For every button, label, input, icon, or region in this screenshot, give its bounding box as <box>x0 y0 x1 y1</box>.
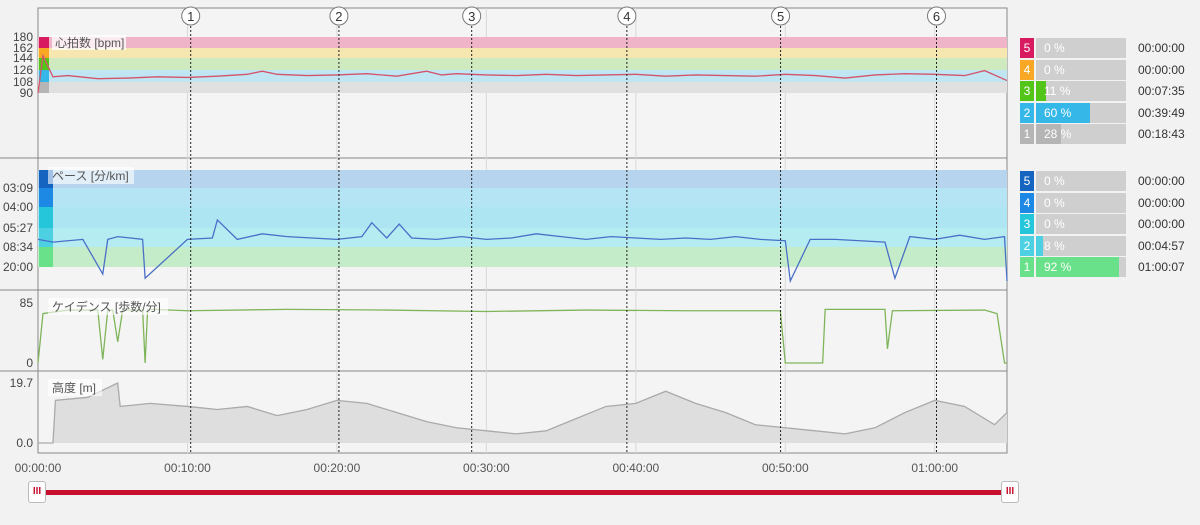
pace-zone-swatch <box>39 247 53 267</box>
pace-zone-percent: 0 % <box>1044 174 1065 188</box>
hr-zone-band <box>38 58 1007 70</box>
pace-zone-time: 00:00:00 <box>1138 217 1185 231</box>
pace-zone-time: 00:00:00 <box>1138 174 1185 188</box>
pace-zone-row: 4 0 % 00:00:00 <box>1020 192 1200 213</box>
pace-zone-percent: 0 % <box>1044 217 1065 231</box>
range-slider-track[interactable] <box>38 490 1010 495</box>
hr-zone-band <box>38 37 1007 48</box>
x-tick-label: 00:50:00 <box>762 461 809 475</box>
hr-zone-row: 2 60 % 00:39:49 <box>1020 102 1200 123</box>
hr-zone-time: 00:00:00 <box>1138 41 1185 55</box>
pace-panel-title: ペース [分/km] <box>52 169 129 183</box>
pace-zone-band <box>38 188 1007 207</box>
hr-zone-row: 3 11 % 00:07:35 <box>1020 81 1200 101</box>
pace-zone-row: 3 0 % 00:00:00 <box>1020 214 1200 234</box>
pace-zone-number: 5 <box>1020 171 1034 191</box>
lap-marker-label: 1 <box>187 9 194 24</box>
hr-zone-number: 4 <box>1020 59 1034 80</box>
pace-zone-percent: 92 % <box>1044 260 1072 274</box>
hr-zone-swatch <box>39 82 49 93</box>
pace-y-tick-label: 04:00 <box>3 200 33 214</box>
hr-zone-band <box>38 82 1007 93</box>
lap-marker-label: 6 <box>933 9 940 24</box>
pace-zone-row: 5 0 % 00:00:00 <box>1020 171 1200 191</box>
hr-zone-time: 00:18:43 <box>1138 127 1185 141</box>
x-tick-label: 00:00:00 <box>15 461 62 475</box>
altitude-y-tick-label: 19.7 <box>10 376 34 390</box>
pace-y-tick-label: 08:34 <box>3 240 33 254</box>
lap-marker-label: 5 <box>777 9 784 24</box>
hr-zone-time: 00:00:00 <box>1138 62 1185 77</box>
pace-zone-number: 1 <box>1020 257 1034 277</box>
hr-zone-band <box>38 48 1007 58</box>
cadence-y-tick-label: 85 <box>20 296 34 310</box>
pace-zone-number: 4 <box>1020 192 1034 213</box>
x-tick-label: 00:30:00 <box>463 461 510 475</box>
hr-zone-row: 1 28 % 00:18:43 <box>1020 124 1200 144</box>
hr-zone-number: 2 <box>1020 102 1034 123</box>
pace-zone-swatch <box>39 188 53 207</box>
pace-zone-swatch <box>39 207 53 228</box>
pace-zone-band <box>38 207 1007 228</box>
lap-marker-label: 2 <box>335 9 342 24</box>
pace-zone-band <box>38 170 1007 188</box>
hr-zone-time: 00:39:49 <box>1138 105 1185 120</box>
cadence-panel-title: ケイデンス [歩数/分] <box>52 299 161 314</box>
pace-zone-percent: 0 % <box>1044 195 1065 210</box>
pace-y-tick-label: 05:27 <box>3 221 33 235</box>
hr-zone-number: 3 <box>1020 81 1034 101</box>
lap-marker-label: 4 <box>623 9 630 24</box>
pace-zone-bar-fill <box>1036 235 1044 256</box>
pace-zone-number: 2 <box>1020 235 1034 256</box>
hr-zone-percent: 60 % <box>1044 105 1072 120</box>
range-slider-end-handle[interactable]: III <box>1001 481 1019 503</box>
pace-zone-time: 01:00:07 <box>1138 260 1185 274</box>
pace-zone-time: 00:04:57 <box>1138 238 1185 253</box>
hr-zone-percent: 0 % <box>1044 62 1065 77</box>
altitude-y-tick-label: 0.0 <box>16 436 33 450</box>
hr-y-tick-label: 90 <box>20 86 34 100</box>
pace-zone-time: 00:00:00 <box>1138 195 1185 210</box>
hr-zone-number: 1 <box>1020 124 1034 144</box>
cadence-y-tick-label: 0 <box>26 356 33 370</box>
x-tick-label: 01:00:00 <box>911 461 958 475</box>
range-slider-start-handle[interactable]: III <box>28 481 46 503</box>
altitude-panel-title: 高度 [m] <box>52 380 96 395</box>
x-tick-label: 00:40:00 <box>612 461 659 475</box>
hr-zone-percent: 11 % <box>1044 84 1071 98</box>
pace-zone-band <box>38 247 1007 267</box>
hr-zone-number: 5 <box>1020 38 1034 58</box>
hr-zone-row: 5 0 % 00:00:00 <box>1020 38 1200 58</box>
pace-zone-percent: 8 % <box>1044 238 1065 253</box>
pace-zone-swatch <box>39 228 53 247</box>
lap-marker-label: 3 <box>468 9 475 24</box>
hr-zone-percent: 28 % <box>1044 127 1072 141</box>
pace-zone-row: 2 8 % 00:04:57 <box>1020 235 1200 256</box>
pace-zone-band <box>38 228 1007 247</box>
pace-zone-number: 3 <box>1020 214 1034 234</box>
hr-zone-time: 00:07:35 <box>1138 84 1185 98</box>
x-tick-label: 00:10:00 <box>164 461 211 475</box>
hr-panel-title: 心拍数 [bpm] <box>55 35 124 50</box>
pace-y-tick-label: 20:00 <box>3 260 33 274</box>
pace-y-tick-label: 03:09 <box>3 181 33 195</box>
hr-zone-swatch <box>39 37 49 48</box>
x-tick-label: 00:20:00 <box>314 461 361 475</box>
hr-zone-row: 4 0 % 00:00:00 <box>1020 59 1200 80</box>
hr-zone-percent: 0 % <box>1044 41 1065 55</box>
pace-zone-row: 1 92 % 01:00:07 <box>1020 257 1200 277</box>
